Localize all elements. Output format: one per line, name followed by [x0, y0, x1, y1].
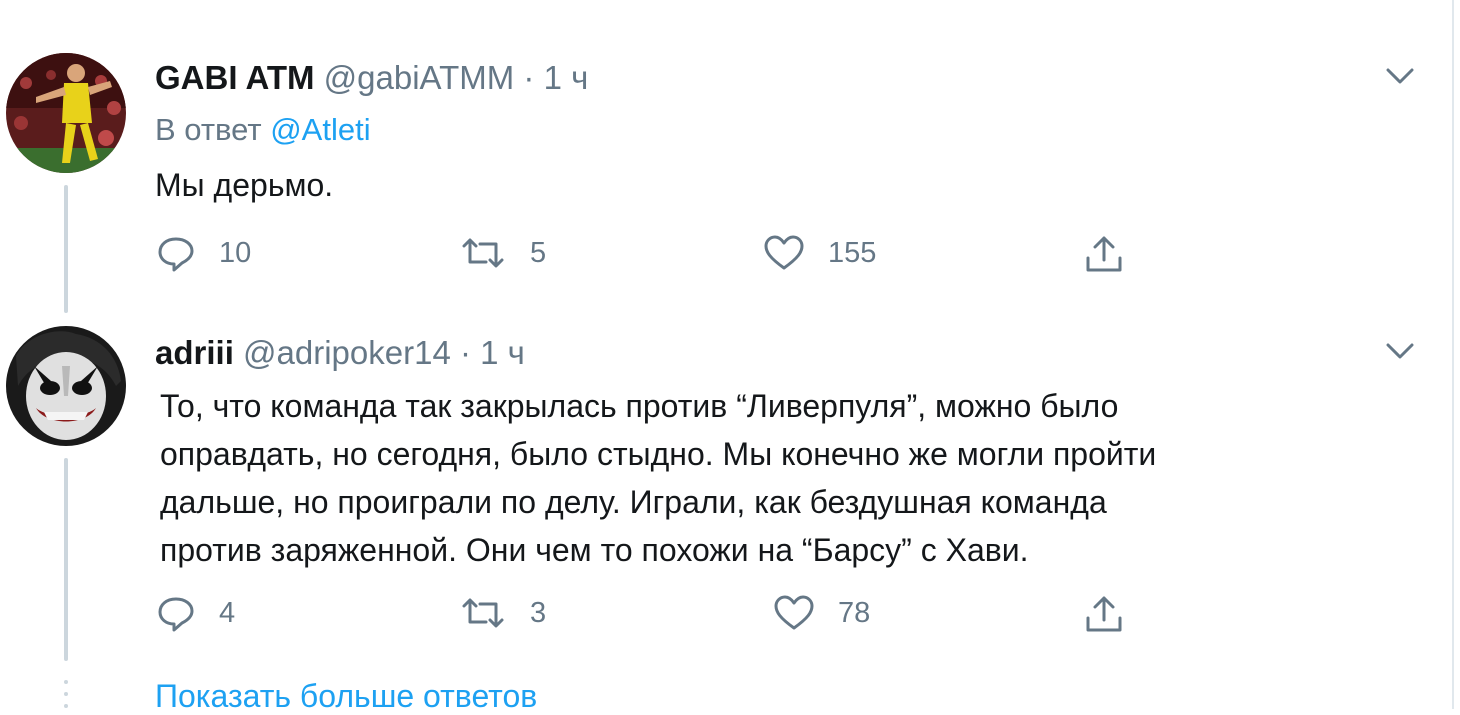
reply-count: 4: [219, 596, 236, 629]
user-handle[interactable]: @adripoker14: [243, 334, 451, 371]
retweet-button[interactable]: 5: [458, 232, 546, 274]
thread-line: [64, 185, 68, 313]
chevron-down-icon[interactable]: [1382, 58, 1418, 94]
tweet-text-line: Мы дерьмо.: [155, 167, 334, 203]
tweet-header: GABI ATM @gabiATMM · 1 ч: [155, 58, 588, 98]
retweet-icon: [462, 238, 504, 268]
reply-prefix: В ответ: [155, 112, 262, 147]
share-button[interactable]: [1082, 592, 1126, 636]
like-button[interactable]: 78: [772, 592, 870, 634]
display-name[interactable]: adriii: [155, 334, 234, 371]
reply-icon: [158, 597, 194, 632]
tweet-text-line: То, что команда так закрылась против “Ли…: [160, 388, 1119, 424]
avatar[interactable]: [6, 53, 126, 173]
like-icon: [774, 595, 814, 630]
tweet-text: Мы дерьмо.: [155, 163, 333, 207]
share-icon: [1086, 236, 1122, 272]
timestamp[interactable]: 1 ч: [480, 334, 525, 371]
like-icon: [764, 235, 804, 270]
retweet-icon: [462, 598, 504, 628]
tweet-text-line: против заряженной. Они чем то похожи на …: [160, 532, 1029, 568]
chevron-down-icon[interactable]: [1382, 333, 1418, 369]
show-more-replies-link[interactable]: Показать больше ответов: [155, 678, 537, 715]
reply-mention-link[interactable]: @Atleti: [270, 112, 370, 147]
retweet-count: 5: [530, 236, 547, 269]
share-button[interactable]: [1082, 232, 1126, 276]
reply-context: В ответ @Atleti: [155, 110, 371, 150]
timestamp[interactable]: 1 ч: [544, 59, 589, 96]
avatar[interactable]: [6, 326, 126, 446]
thread-more-dot: [64, 680, 68, 684]
reply-icon: [158, 237, 194, 272]
reply-button[interactable]: 4: [155, 592, 235, 634]
tweet-text: То, что команда так закрылась против “Ли…: [160, 382, 1156, 574]
share-icon: [1086, 596, 1122, 632]
user-handle[interactable]: @gabiATMM: [324, 59, 515, 96]
separator-dot: ·: [459, 334, 471, 371]
reply-count: 10: [219, 236, 252, 269]
like-button[interactable]: 155: [762, 232, 876, 274]
retweet-count: 3: [530, 596, 547, 629]
reply-button[interactable]: 10: [155, 232, 251, 274]
tweet-text-line: оправдать, но сегодня, было стыдно. Мы к…: [160, 436, 1157, 472]
tweet-text-line: дальше, но проиграли по делу. Играли, ка…: [160, 484, 1107, 520]
like-count: 155: [828, 236, 877, 269]
thread-line: [64, 458, 68, 661]
like-count: 78: [838, 596, 871, 629]
separator-dot: ·: [523, 59, 535, 96]
tweet-header: adriii @adripoker14 · 1 ч: [155, 333, 525, 373]
display-name[interactable]: GABI ATM: [155, 59, 314, 96]
thread-more-dot: [64, 704, 68, 708]
thread-more-dot: [64, 692, 68, 696]
retweet-button[interactable]: 3: [458, 592, 546, 634]
timeline-border: [1452, 0, 1454, 709]
